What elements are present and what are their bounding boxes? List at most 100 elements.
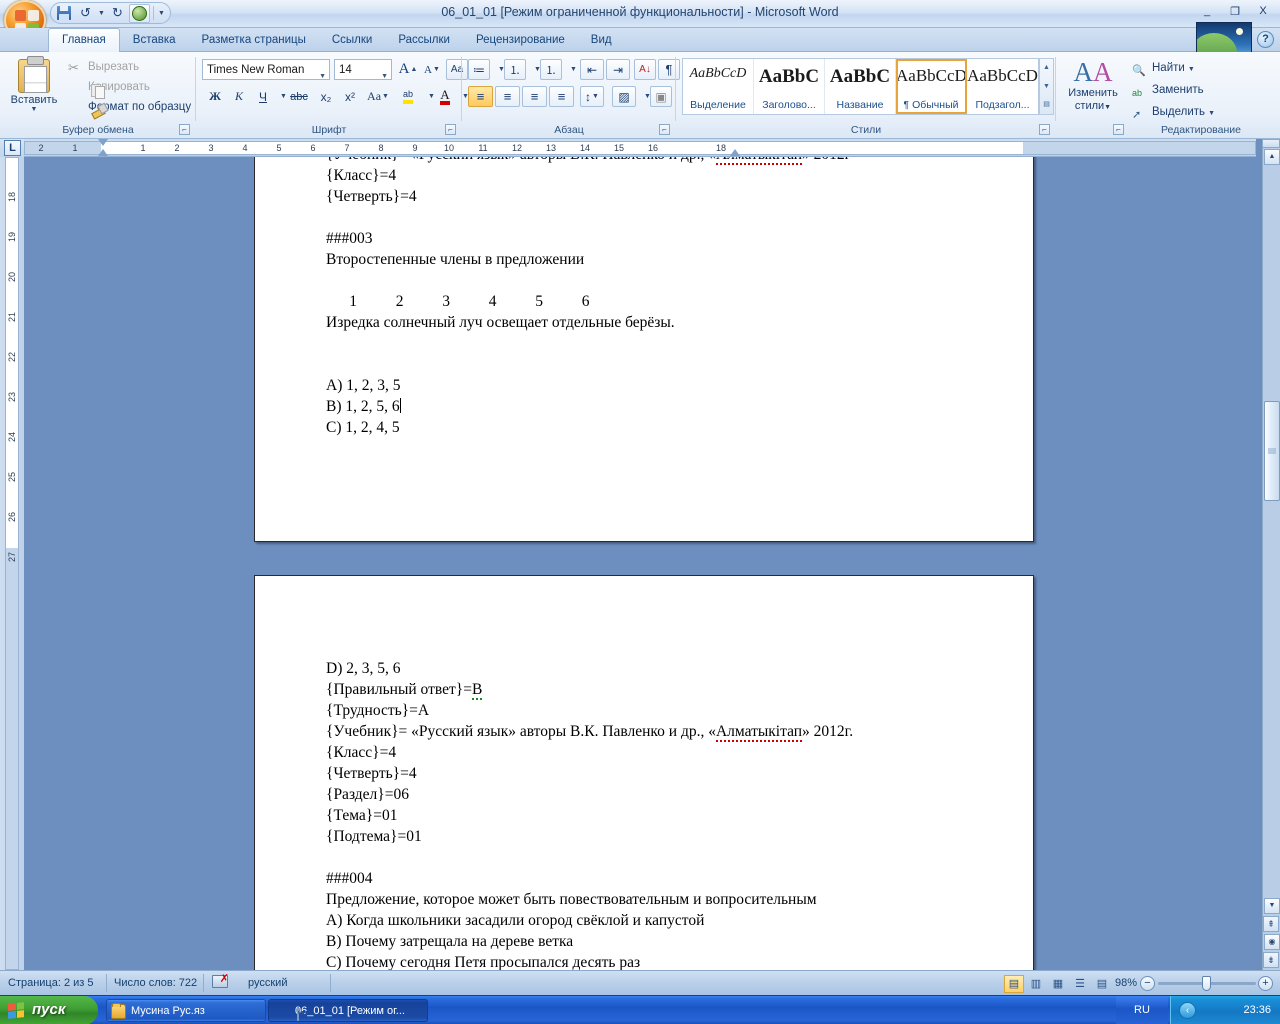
tab-references[interactable]: Ссылки bbox=[319, 28, 386, 52]
grow-font-button[interactable]: A ▲ bbox=[396, 59, 420, 80]
increase-indent-button[interactable]: ⇥ bbox=[606, 59, 630, 80]
tab-home[interactable]: Главная bbox=[48, 28, 120, 52]
right-indent-marker[interactable] bbox=[730, 149, 740, 156]
styles-pane-launcher[interactable]: ⌐ bbox=[1113, 124, 1124, 135]
scrollbar-thumb[interactable] bbox=[1264, 401, 1280, 501]
bold-button[interactable]: Ж bbox=[204, 86, 226, 107]
tab-stop-icon[interactable]: L bbox=[4, 140, 21, 156]
tab-page-layout[interactable]: Разметка страницы bbox=[189, 28, 319, 52]
page-1-content[interactable]: {Трудность}=А {Учебник}= «Русский язык» … bbox=[326, 157, 993, 438]
close-button[interactable]: X bbox=[1250, 2, 1276, 20]
find-button[interactable]: 🔍 Найти ▼ bbox=[1130, 58, 1195, 78]
start-button[interactable]: пуск bbox=[0, 996, 98, 1024]
styles-dialog-launcher[interactable]: ⌐ bbox=[1039, 124, 1050, 135]
more-styles-icon[interactable]: ▤ bbox=[1043, 96, 1050, 114]
borders-button[interactable]: ▣ bbox=[650, 86, 672, 107]
shading-button[interactable]: ▨ bbox=[612, 86, 636, 107]
format-painter-button[interactable]: Формат по образцу bbox=[66, 98, 191, 117]
style-item-heading1[interactable]: AaBbC Заголово... bbox=[754, 59, 825, 114]
language-bar[interactable]: RU bbox=[1116, 996, 1168, 1024]
select-browse-object-button[interactable]: ◉ bbox=[1264, 934, 1280, 950]
font-name-combobox[interactable]: Times New Roman ▼ bbox=[202, 59, 330, 80]
style-item-emphasis[interactable]: AaBbCcD Выделение bbox=[683, 59, 754, 114]
view-outline-button[interactable]: ☰ bbox=[1070, 975, 1090, 993]
spelling-check-icon[interactable]: ✗ bbox=[212, 974, 232, 992]
italic-button[interactable]: К bbox=[228, 86, 250, 107]
show-hidden-icons-button[interactable]: ‹ bbox=[1179, 1002, 1196, 1019]
paste-button[interactable]: Вставить ▼ bbox=[6, 56, 62, 118]
system-clock[interactable]: 23:36 bbox=[1243, 996, 1271, 1024]
taskbar-item-folder[interactable]: Мусина Рус.яз bbox=[106, 999, 266, 1022]
subscript-button[interactable]: x₂ bbox=[314, 86, 338, 107]
shrink-font-button[interactable]: A ▼ bbox=[420, 59, 444, 80]
line-spacing-button[interactable]: ↕ ▼ bbox=[580, 86, 604, 107]
chevron-down-icon[interactable]: ▼ bbox=[1104, 104, 1111, 111]
document-page-1[interactable]: {Трудность}=А {Учебник}= «Русский язык» … bbox=[254, 157, 1034, 542]
help-icon[interactable]: ? bbox=[1257, 31, 1274, 48]
replace-button[interactable]: ab Заменить bbox=[1130, 80, 1204, 100]
font-color-button[interactable]: A bbox=[434, 86, 456, 107]
scroll-down-icon[interactable]: ▼ bbox=[1043, 78, 1050, 96]
zoom-out-button[interactable]: − bbox=[1140, 976, 1155, 991]
minimize-button[interactable]: _ bbox=[1194, 2, 1220, 20]
taskbar-item-word[interactable]: 06_01_01 [Режим ог... bbox=[268, 999, 428, 1022]
numbering-button[interactable]: ⒈ bbox=[504, 59, 526, 80]
chevron-down-icon[interactable]: ▼ bbox=[1208, 110, 1215, 117]
multilevel-list-button[interactable]: ⒈ bbox=[540, 59, 562, 80]
style-item-normal[interactable]: AaBbCcD ¶ Обычный bbox=[896, 59, 967, 114]
tab-review[interactable]: Рецензирование bbox=[463, 28, 578, 52]
hanging-indent-marker[interactable] bbox=[98, 149, 108, 156]
paste-dropdown-icon[interactable]: ▼ bbox=[6, 106, 62, 113]
document-page-2[interactable]: D) 2, 3, 5, 6 {Правильный ответ}=В {Труд… bbox=[254, 575, 1034, 970]
align-center-button[interactable]: ≡ bbox=[495, 86, 520, 107]
split-window-handle[interactable] bbox=[1262, 139, 1280, 148]
change-styles-button[interactable]: AA Изменить стили▼ bbox=[1064, 57, 1122, 114]
word-count[interactable]: Число слов: 722 bbox=[114, 975, 197, 992]
tab-stop-selector[interactable]: L bbox=[0, 139, 24, 157]
strikethrough-button[interactable]: abc bbox=[286, 86, 312, 107]
clipboard-dialog-launcher[interactable]: ⌐ bbox=[179, 124, 190, 135]
justify-button[interactable]: ≡ bbox=[549, 86, 574, 107]
chevron-down-icon[interactable]: ▼ bbox=[319, 67, 326, 87]
scroll-up-icon[interactable]: ▲ bbox=[1043, 59, 1050, 77]
language-indicator[interactable]: русский bbox=[248, 975, 287, 992]
page-indicator[interactable]: Страница: 2 из 5 bbox=[8, 975, 94, 992]
underline-button[interactable]: Ч bbox=[252, 86, 274, 107]
decrease-indent-button[interactable]: ⇤ bbox=[580, 59, 604, 80]
scroll-down-button[interactable]: ▼ bbox=[1264, 898, 1280, 914]
change-case-button[interactable]: Aa ▼ bbox=[364, 86, 392, 107]
style-item-title[interactable]: AaBbC Название bbox=[825, 59, 896, 114]
first-line-indent-marker[interactable] bbox=[98, 139, 108, 146]
bullets-button[interactable]: ≔ bbox=[468, 59, 490, 80]
chevron-down-icon[interactable]: ▼ bbox=[381, 67, 388, 87]
next-page-button[interactable]: ⇟ bbox=[1263, 952, 1279, 968]
highlight-button[interactable]: ab bbox=[396, 86, 420, 107]
tab-insert[interactable]: Вставка bbox=[120, 28, 189, 52]
align-left-button[interactable]: ≡ bbox=[468, 86, 493, 107]
previous-page-button[interactable]: ⇞ bbox=[1263, 916, 1279, 932]
zoom-slider-knob[interactable] bbox=[1202, 976, 1211, 991]
paragraph-dialog-launcher[interactable]: ⌐ bbox=[659, 124, 670, 135]
cut-button[interactable]: ✂ Вырезать bbox=[66, 58, 139, 77]
vertical-scrollbar[interactable]: ▲ ▼ ⇞ ◉ ⇟ bbox=[1262, 139, 1280, 970]
style-item-subtitle[interactable]: AaBbCcD Подзагол... bbox=[967, 59, 1038, 114]
font-size-combobox[interactable]: 14 ▼ bbox=[334, 59, 392, 80]
horizontal-ruler[interactable]: 2 1 1 2 3 4 5 6 7 8 9 10 11 12 13 14 15 … bbox=[24, 139, 1256, 157]
view-print-layout-button[interactable]: ▤ bbox=[1004, 975, 1024, 993]
view-full-screen-reading-button[interactable]: ▥ bbox=[1026, 975, 1046, 993]
superscript-button[interactable]: x² bbox=[338, 86, 362, 107]
restore-button[interactable]: ❐ bbox=[1222, 2, 1248, 20]
select-button[interactable]: ➚ Выделить ▼ bbox=[1130, 102, 1215, 122]
align-right-button[interactable]: ≡ bbox=[522, 86, 547, 107]
copy-button[interactable]: Копировать bbox=[66, 78, 150, 97]
view-web-layout-button[interactable]: ▦ bbox=[1048, 975, 1068, 993]
vertical-ruler[interactable]: 18 19 20 21 22 23 24 25 26 27 bbox=[0, 157, 24, 970]
zoom-in-button[interactable]: + bbox=[1258, 976, 1273, 991]
styles-scroll-controls[interactable]: ▲ ▼ ▤ bbox=[1039, 58, 1054, 115]
tab-view[interactable]: Вид bbox=[578, 28, 625, 52]
font-dialog-launcher[interactable]: ⌐ bbox=[445, 124, 456, 135]
tab-mailings[interactable]: Рассылки bbox=[385, 28, 463, 52]
chevron-down-icon[interactable]: ▼ bbox=[1188, 66, 1195, 73]
scroll-up-button[interactable]: ▲ bbox=[1264, 149, 1280, 165]
sort-button[interactable]: А↓ bbox=[634, 59, 656, 80]
